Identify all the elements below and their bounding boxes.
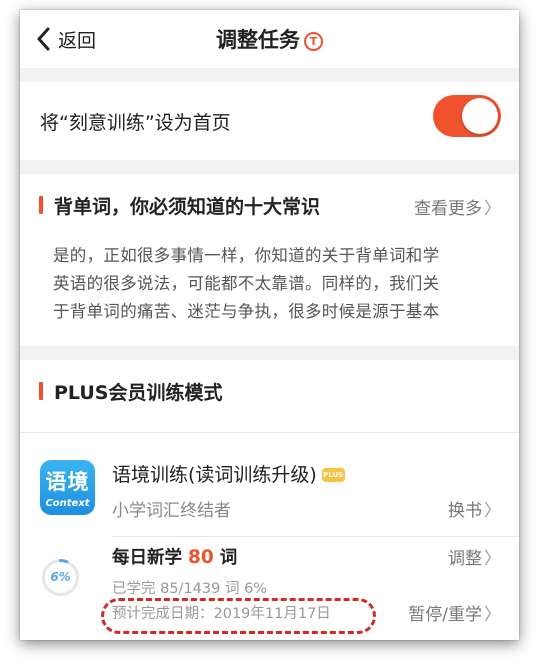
book-title: 语境训练(读词训练升级) PLUS (112, 460, 345, 487)
accent-bar (39, 382, 43, 400)
see-more-label: 查看更多 (414, 199, 482, 219)
change-book-label: 换书 (448, 501, 482, 521)
book-row[interactable]: 语境 Context 语境训练(读词训练升级) PLUS 小学词汇终结者 换书〉 (20, 440, 519, 536)
nav-bar: 返回 调整任务 T (20, 10, 519, 68)
change-book-button[interactable]: 换书〉 (448, 496, 501, 521)
article-title[interactable]: 背单词，你必须知道的十大常识 (54, 192, 320, 219)
accent-bar (39, 196, 43, 214)
daily-new-words: 每日新学 80 词 (112, 544, 237, 569)
progress-percent: 6% (50, 570, 71, 584)
progress-ring: 6% (40, 557, 81, 598)
daily-count: 80 (188, 547, 214, 568)
adjust-label: 调整 (448, 549, 482, 569)
see-more-link[interactable]: 查看更多〉 (414, 194, 501, 219)
set-home-label: 将“刻意训练”设为首页 (40, 112, 231, 134)
adjust-button[interactable]: 调整〉 (448, 544, 501, 569)
book-subtitle: 小学词汇终结者 (112, 501, 231, 521)
chevron-right-icon: 〉 (484, 501, 501, 521)
chevron-right-icon: 〉 (484, 605, 501, 625)
plus-badge-icon: PLUS (321, 468, 345, 482)
book-icon-en: Context (45, 498, 90, 509)
pause-restart-button[interactable]: 暂停/重学〉 (408, 600, 501, 625)
section-gap (20, 160, 519, 174)
article-excerpt[interactable]: 是的，正如很多事情一样，你知道的关于背单词和学 英语的很多说法，可能都不太靠谱。… (53, 242, 499, 326)
phone-screen: 返回 调整任务 T 将“刻意训练”设为首页 背单词，你必须知道的十大常识 查看更多… (20, 10, 519, 640)
daily-prefix: 每日新学 (112, 548, 182, 568)
context-book-icon: 语境 Context (40, 460, 95, 515)
book-icon-cn: 语境 (45, 470, 90, 494)
book-title-text: 语境训练(读词训练升级) (112, 464, 317, 486)
article-header: 背单词，你必须知道的十大常识 查看更多〉 (20, 174, 519, 234)
chevron-right-icon: 〉 (484, 549, 501, 569)
article-line: 英语的很多说法，可能都不太靠谱。同样的，我们关 (53, 274, 440, 293)
divider (112, 536, 519, 537)
article-line: 是的，正如很多事情一样，你知道的关于背单词和学 (53, 246, 440, 265)
finish-date-text: 预计完成日期：2019年11月17日 (112, 606, 331, 622)
set-home-toggle[interactable] (433, 95, 501, 137)
divider (20, 432, 519, 433)
article-line: 于背单词的痛苦、迷茫与争执，很多时候是源于基本 (53, 302, 440, 321)
page-title: 调整任务 T (20, 24, 519, 54)
toggle-knob (462, 98, 498, 134)
chevron-right-icon: 〉 (484, 199, 501, 219)
section-gap (20, 346, 519, 360)
daily-unit: 词 (219, 548, 238, 568)
learned-progress-text: 已学完 85/1439 词 6% (112, 581, 268, 597)
plus-section-title: PLUS会员训练模式 (54, 382, 223, 404)
plus-header: PLUS会员训练模式 (20, 360, 519, 420)
page-title-text: 调整任务 (216, 28, 300, 52)
section-gap (20, 68, 519, 82)
pause-restart-label: 暂停/重学 (408, 605, 482, 625)
t-badge-icon[interactable]: T (304, 32, 323, 51)
